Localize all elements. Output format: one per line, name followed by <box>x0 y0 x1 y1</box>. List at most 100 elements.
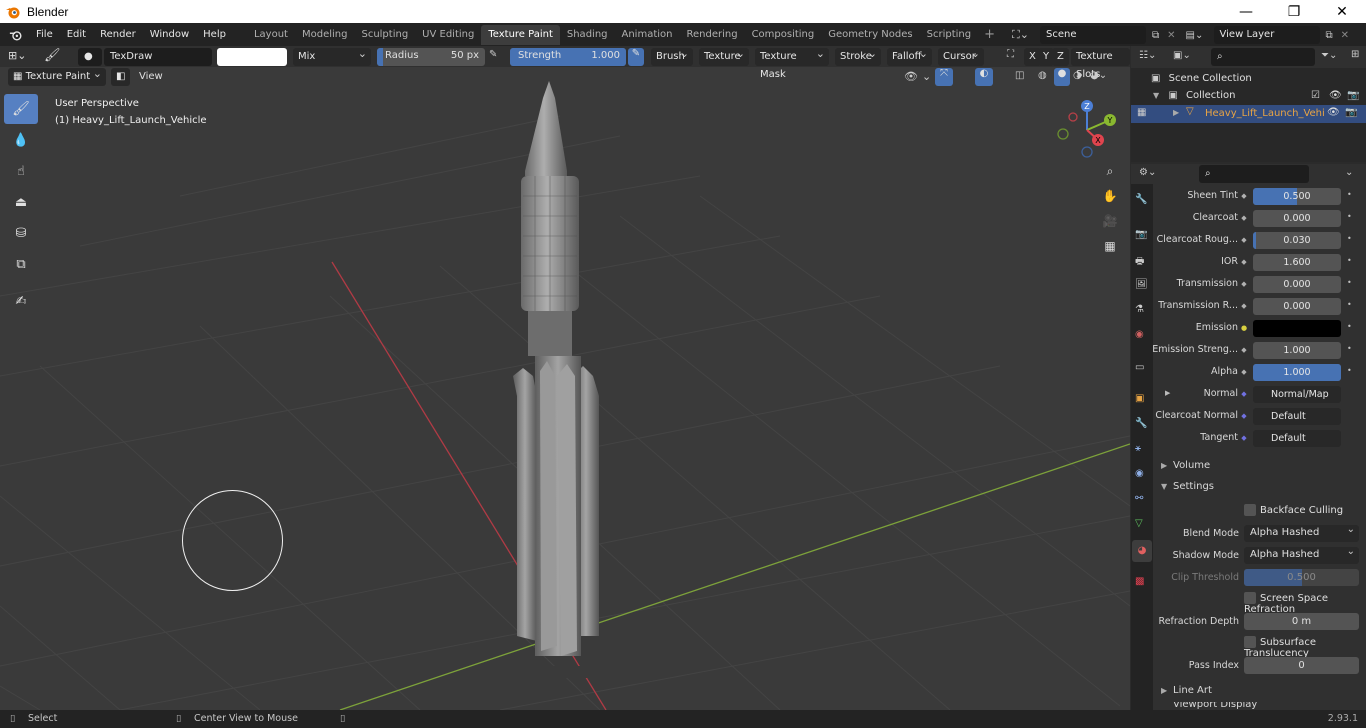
fill-tool-icon[interactable]: ⛁ <box>4 218 38 248</box>
keyframe-dot-icon[interactable]: • <box>1347 190 1352 199</box>
object-data-icon[interactable]: ▦ <box>1137 107 1146 118</box>
navigation-gizmo[interactable]: Z Y X <box>1052 98 1122 160</box>
constraints-tab-icon[interactable]: ⚯ <box>1135 493 1143 504</box>
property-value-field[interactable]: Default <box>1253 408 1341 425</box>
socket-icon[interactable]: ◆ <box>1238 366 1250 378</box>
object-tab-icon[interactable]: ▣ <box>1135 393 1144 404</box>
symmetry-icon[interactable]: ⛶ <box>1007 49 1014 60</box>
collection-render-icon[interactable]: 📷 <box>1347 90 1359 101</box>
property-value-field[interactable]: 0.500 <box>1253 188 1341 205</box>
clone-tool-icon[interactable]: ⏏ <box>4 187 38 217</box>
subsurface-checkbox[interactable]: Subsurface Translucency <box>1244 636 1366 659</box>
material-shading-icon[interactable]: ◑ <box>1073 70 1082 81</box>
zoom-icon[interactable]: ⌕ <box>1100 164 1120 189</box>
texture-slots-button[interactable]: Texture Slots <box>1071 48 1130 80</box>
menu-help[interactable]: Help <box>196 23 233 46</box>
keyframe-dot-icon[interactable]: • <box>1347 212 1352 221</box>
properties-options-icon[interactable]: ⌄ <box>1345 167 1353 178</box>
editor-type-icon[interactable]: ⊞⌄ <box>8 49 26 62</box>
socket-icon[interactable]: ◆ <box>1238 278 1250 290</box>
property-value-field[interactable]: 0.000 <box>1253 210 1341 227</box>
blend-mode-select[interactable]: Alpha Hashed ⌄ <box>1244 524 1359 542</box>
close-button[interactable]: ✕ <box>1318 0 1366 23</box>
property-value-field[interactable] <box>1253 320 1341 337</box>
render-tab-icon[interactable]: 📷 <box>1135 229 1147 240</box>
grid-toggle-icon[interactable]: ▦ <box>1100 239 1120 264</box>
property-value-field[interactable]: 1.000 <box>1253 342 1341 359</box>
scene-tab-icon[interactable]: ⚗ <box>1135 304 1144 315</box>
wireframe-shading-icon[interactable]: ◍ <box>1038 70 1047 81</box>
texture-mask-dropdown[interactable]: Texture Mask <box>755 45 829 80</box>
property-value-field[interactable]: 1.600 <box>1253 254 1341 271</box>
object-visibility-icon[interactable]: 👁 <box>1327 107 1340 118</box>
view-layer-tab-icon[interactable]: 🖼 <box>1135 279 1148 290</box>
keyframe-dot-icon[interactable]: • <box>1347 256 1352 265</box>
menu-window[interactable]: Window <box>143 23 196 46</box>
tab-rendering[interactable]: Rendering <box>679 25 744 45</box>
tab-sculpting[interactable]: Sculpting <box>354 25 415 45</box>
output-tab-icon[interactable]: 🖶 <box>1135 254 1144 271</box>
scene-copy-icon[interactable]: ⧉ <box>1152 30 1159 41</box>
properties-editor-icon[interactable]: ⚙⌄ <box>1139 167 1156 178</box>
rendered-shading-icon[interactable]: ◕⌄ <box>1090 70 1107 81</box>
keyframe-dot-icon[interactable]: • <box>1347 344 1352 353</box>
tab-layout[interactable]: Layout <box>247 25 295 45</box>
tab-modeling[interactable]: Modeling <box>295 25 355 45</box>
texture-tab-icon[interactable]: ▩ <box>1135 576 1144 587</box>
brush-dropdown[interactable]: Brush <box>651 45 693 66</box>
mode-dropdown[interactable]: ▦ Texture Paint <box>8 65 106 86</box>
mirror-z-toggle[interactable]: Z <box>1052 48 1069 66</box>
keyframe-dot-icon[interactable]: • <box>1347 234 1352 243</box>
mask-toggle-icon[interactable]: ◧ <box>111 68 131 86</box>
socket-icon[interactable]: ◆ <box>1238 388 1250 400</box>
outliner-editor-icon[interactable]: ☷⌄ <box>1139 50 1156 61</box>
cursor-dropdown[interactable]: Cursor <box>938 45 984 66</box>
view-layer-copy-icon[interactable]: ⧉ <box>1326 30 1333 41</box>
falloff-dropdown[interactable]: Falloff <box>887 45 932 66</box>
collection-checkbox[interactable]: ☑ <box>1311 90 1320 101</box>
volume-panel-header[interactable]: ▶ Volume <box>1153 456 1366 476</box>
object-render-icon[interactable]: 📷 <box>1345 107 1357 118</box>
socket-icon[interactable]: ◆ <box>1238 234 1250 246</box>
brush-name-field[interactable]: TexDraw <box>104 48 212 66</box>
3d-viewport[interactable]: User Perspective (1) Heavy_Lift_Launch_V… <box>0 46 1130 710</box>
refraction-depth-field[interactable]: 0 m <box>1244 613 1359 630</box>
collection-visibility-icon[interactable]: 👁 <box>1329 90 1342 101</box>
scene-name-field[interactable]: Scene <box>1040 26 1146 44</box>
settings-panel-header[interactable]: ▼ Settings <box>1153 477 1366 497</box>
solid-shading-icon[interactable]: ● <box>1054 68 1070 86</box>
keyframe-dot-icon[interactable]: • <box>1347 278 1352 287</box>
overlay-toggle-icon[interactable]: ◐ <box>975 68 993 86</box>
scene-remove-icon[interactable]: ✕ <box>1167 30 1175 41</box>
property-value-field[interactable]: 0.030 <box>1253 232 1341 249</box>
socket-icon[interactable]: ◆ <box>1238 432 1250 444</box>
modifier-tab-icon[interactable]: 🔧 <box>1135 418 1147 429</box>
view-layer-icon[interactable]: ▤⌄ <box>1186 30 1212 41</box>
material-tab-icon[interactable]: ◕ <box>1132 540 1152 562</box>
strength-slider[interactable]: Strength 1.000 <box>510 48 626 66</box>
keyframe-dot-icon[interactable]: • <box>1347 322 1352 331</box>
collection-tab-icon[interactable]: ▭ <box>1135 362 1144 373</box>
physics-tab-icon[interactable]: ◉ <box>1135 468 1144 479</box>
new-collection-icon[interactable]: ⊞ <box>1351 49 1359 60</box>
ssr-checkbox[interactable]: Screen Space Refraction <box>1244 592 1366 615</box>
shadow-mode-select[interactable]: Alpha Hashed ⌄ <box>1244 546 1359 564</box>
maximize-button[interactable]: ❐ <box>1270 0 1318 23</box>
socket-icon[interactable]: ◆ <box>1238 256 1250 268</box>
pass-index-field[interactable]: 0 <box>1244 657 1359 674</box>
filter-icon[interactable]: ⏷⌄ <box>1321 50 1337 61</box>
mask-tool-icon[interactable]: ⧉ <box>4 249 38 279</box>
gizmo-toggle-icon[interactable]: ⤧ <box>935 68 953 86</box>
outliner-display-mode-icon[interactable]: ▣⌄ <box>1173 50 1191 61</box>
camera-icon[interactable]: 🎥 <box>1100 214 1120 239</box>
tab-texture-paint[interactable]: Texture Paint <box>481 24 560 45</box>
blend-mode-dropdown[interactable]: Mix <box>293 45 371 66</box>
minimize-button[interactable]: — <box>1222 0 1270 23</box>
world-tab-icon[interactable]: ◉ <box>1135 329 1144 340</box>
stroke-dropdown[interactable]: Stroke <box>835 45 881 66</box>
backface-culling-checkbox[interactable]: Backface Culling <box>1244 504 1343 516</box>
texture-dropdown[interactable]: Texture <box>699 45 749 66</box>
radius-pressure-icon[interactable]: ✎ <box>489 49 497 60</box>
tab-compositing[interactable]: Compositing <box>745 25 822 45</box>
tab-shading[interactable]: Shading <box>560 25 615 45</box>
